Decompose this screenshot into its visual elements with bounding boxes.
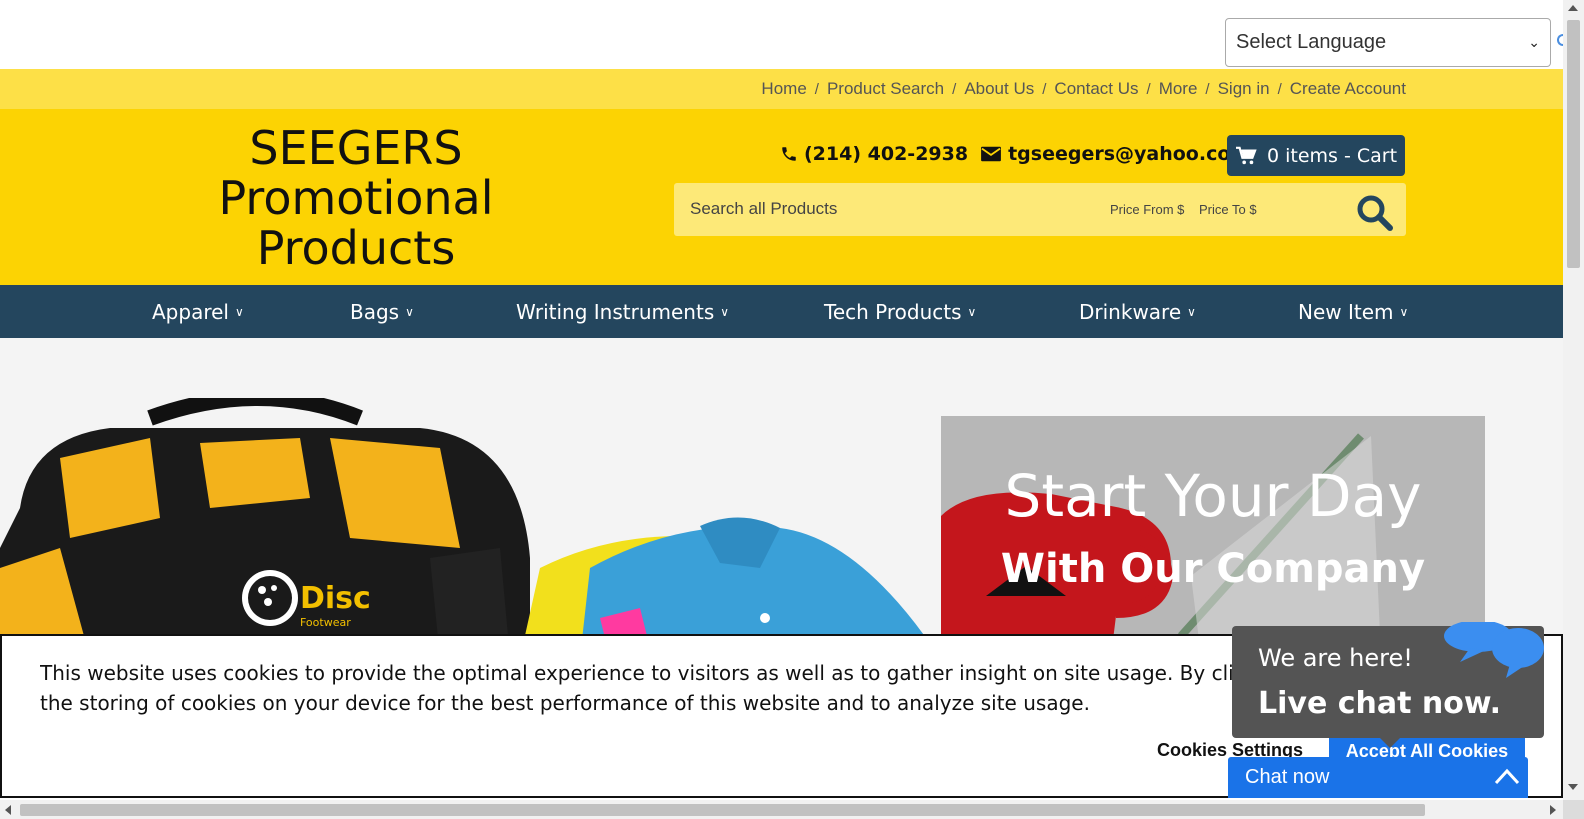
chevron-down-icon: ∨ [234, 304, 244, 319]
scroll-down-arrow-icon[interactable] [1568, 784, 1578, 790]
chat-now-bar[interactable]: Chat now [1228, 757, 1528, 798]
promo-title: Start Your Day [1004, 462, 1422, 530]
nav-label: New Item [1298, 299, 1394, 324]
polo-shirts-image [524, 517, 927, 638]
scrollbar-corner [1563, 800, 1584, 819]
cart-icon [1235, 146, 1257, 164]
cart-button[interactable]: 0 items - Cart [1227, 135, 1405, 176]
scroll-up-arrow-icon[interactable] [1568, 5, 1578, 11]
top-link-sign-in[interactable]: Sign in [1218, 79, 1270, 99]
link-separator: / [1205, 80, 1210, 98]
vertical-scrollbar[interactable] [1563, 0, 1584, 800]
scrollbar-thumb[interactable] [20, 804, 1425, 816]
nav-tech-products[interactable]: Tech Products ∨ [824, 285, 976, 338]
price-to-input[interactable]: Price To $ [1199, 202, 1257, 217]
promo-card[interactable]: Start Your Day With Our Company [941, 416, 1485, 638]
nav-label: Bags [350, 299, 400, 324]
search-icon[interactable] [1356, 194, 1394, 232]
nav-apparel[interactable]: Apparel ∨ [152, 285, 244, 338]
chevron-up-icon[interactable] [1494, 767, 1520, 787]
language-bar: Select Language ⌄ [0, 0, 1563, 69]
duffel-bag-image: Disc Footwear [0, 398, 530, 638]
nav-label: Drinkware [1079, 299, 1182, 324]
chevron-down-icon: ∨ [1187, 304, 1196, 319]
bag-logo-text: Disc [300, 581, 371, 616]
search-form: Search all Products Price From $ Price T… [674, 183, 1406, 236]
scrollbar-thumb[interactable] [1567, 20, 1580, 268]
link-separator: / [1146, 80, 1151, 98]
nav-label: Writing Instruments [516, 299, 715, 324]
category-nav: Apparel ∨ Bags ∨ Writing Instruments ∨ T… [0, 285, 1563, 338]
chevron-down-icon: ∨ [967, 304, 977, 319]
chevron-down-icon: ⌄ [1528, 34, 1540, 50]
site-logo[interactable]: SEEGERS Promotional Products [200, 123, 512, 273]
link-separator: / [952, 80, 957, 98]
chat-now-label: Chat now [1245, 766, 1330, 788]
chat-bubble-tail [1380, 738, 1400, 748]
nav-drinkware[interactable]: Drinkware ∨ [1079, 285, 1196, 338]
email-address: tgseegers@yahoo.com [1008, 143, 1251, 165]
bag-logo-subtext: Footwear [300, 616, 351, 629]
top-link-create-account[interactable]: Create Account [1290, 79, 1406, 99]
top-link-product-search[interactable]: Product Search [827, 79, 944, 99]
nav-label: Tech Products [824, 299, 962, 324]
language-select[interactable]: Select Language ⌄ [1225, 18, 1551, 67]
search-input[interactable]: Search all Products [690, 199, 837, 219]
nav-bags[interactable]: Bags ∨ [350, 285, 414, 338]
hero-banner: Disc Footwear Start Your Day With Our Co… [0, 338, 1563, 638]
chevron-down-icon: ∨ [1399, 304, 1409, 319]
logo-line-1: SEEGERS [249, 121, 463, 175]
envelope-icon [981, 146, 1001, 162]
nav-label: Apparel [152, 299, 229, 324]
top-nav-strip: Home / Product Search / About Us / Conta… [0, 69, 1563, 109]
chat-prompt-line-2: Live chat now. [1258, 686, 1502, 721]
chevron-down-icon: ∨ [405, 304, 414, 319]
cart-label: 0 items - Cart [1266, 144, 1398, 167]
promo-subtitle: With Our Company [1000, 546, 1426, 592]
link-separator: / [814, 80, 819, 98]
nav-writing-instruments[interactable]: Writing Instruments ∨ [516, 285, 729, 338]
price-from-input[interactable]: Price From $ [1110, 202, 1184, 217]
top-link-contact-us[interactable]: Contact Us [1054, 79, 1138, 99]
email-link[interactable]: tgseegers@yahoo.com [980, 143, 1250, 165]
phone-icon [782, 147, 796, 161]
link-separator: / [1042, 80, 1047, 98]
link-separator: / [1277, 80, 1282, 98]
logo-line-3: Products [256, 221, 456, 275]
logo-line-2: Promotional [218, 171, 494, 225]
chevron-down-icon: ∨ [720, 304, 730, 319]
phone-number: (214) 402-2938 [804, 143, 969, 165]
chat-bubbles-icon [1444, 622, 1544, 678]
horizontal-scrollbar[interactable] [0, 800, 1563, 819]
chat-prompt-line-1: We are here! [1258, 644, 1413, 672]
top-link-more[interactable]: More [1159, 79, 1198, 99]
nav-new-item[interactable]: New Item ∨ [1298, 285, 1408, 338]
phone-link[interactable]: (214) 402-2938 [780, 143, 968, 165]
contact-info: (214) 402-2938 tgseegers@yahoo.com [780, 143, 1250, 165]
scroll-left-arrow-icon[interactable] [5, 805, 11, 815]
top-link-about-us[interactable]: About Us [964, 79, 1034, 99]
top-link-home[interactable]: Home [761, 79, 806, 99]
language-select-value: Select Language [1236, 31, 1387, 53]
scroll-right-arrow-icon[interactable] [1550, 805, 1556, 815]
site-header: SEEGERS Promotional Products (214) 402-2… [0, 109, 1563, 285]
top-nav-links: Home / Product Search / About Us / Conta… [761, 69, 1406, 109]
